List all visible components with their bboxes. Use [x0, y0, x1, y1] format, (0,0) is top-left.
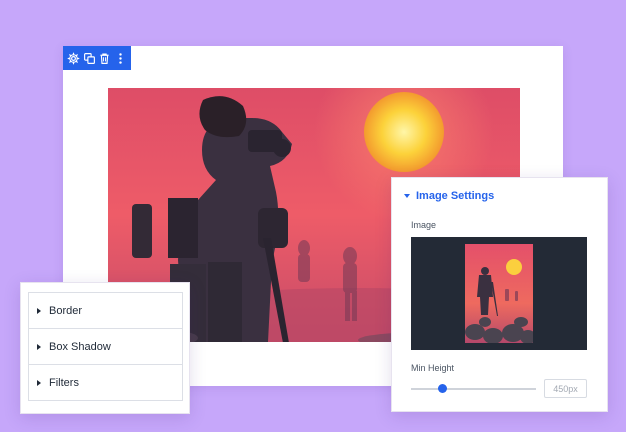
- accordion-label: Box Shadow: [49, 340, 111, 353]
- accordion-label: Filters: [49, 376, 79, 389]
- accordion-box-shadow[interactable]: Box Shadow: [29, 329, 182, 365]
- accordion-filters[interactable]: Filters: [29, 365, 182, 400]
- trash-icon[interactable]: [98, 51, 112, 66]
- caret-right-icon: [37, 379, 41, 386]
- image-picker[interactable]: [411, 237, 587, 350]
- image-label: Image: [411, 220, 437, 230]
- gear-icon[interactable]: [67, 51, 81, 66]
- style-accordion: Border Box Shadow Filters: [28, 292, 183, 401]
- style-panel: Border Box Shadow Filters: [20, 282, 190, 414]
- image-settings-header[interactable]: Image Settings: [404, 190, 494, 202]
- min-height-label: Min Height: [411, 363, 455, 373]
- caret-right-icon: [37, 307, 41, 314]
- min-height-slider[interactable]: [411, 383, 536, 395]
- caret-right-icon: [37, 343, 41, 350]
- min-height-input[interactable]: 450px: [544, 379, 587, 398]
- element-toolbar: [63, 46, 131, 70]
- duplicate-icon[interactable]: [83, 51, 97, 66]
- accordion-label: Border: [49, 304, 83, 317]
- image-thumbnail: [465, 244, 533, 343]
- slider-track: [411, 388, 536, 390]
- image-settings-title: Image Settings: [416, 190, 495, 202]
- accordion-border[interactable]: Border: [29, 293, 182, 329]
- caret-down-icon: [404, 194, 410, 198]
- image-settings-panel: Image Settings Image Min Height 450px: [391, 177, 608, 412]
- slider-handle[interactable]: [438, 384, 448, 393]
- more-vertical-icon[interactable]: [114, 51, 128, 66]
